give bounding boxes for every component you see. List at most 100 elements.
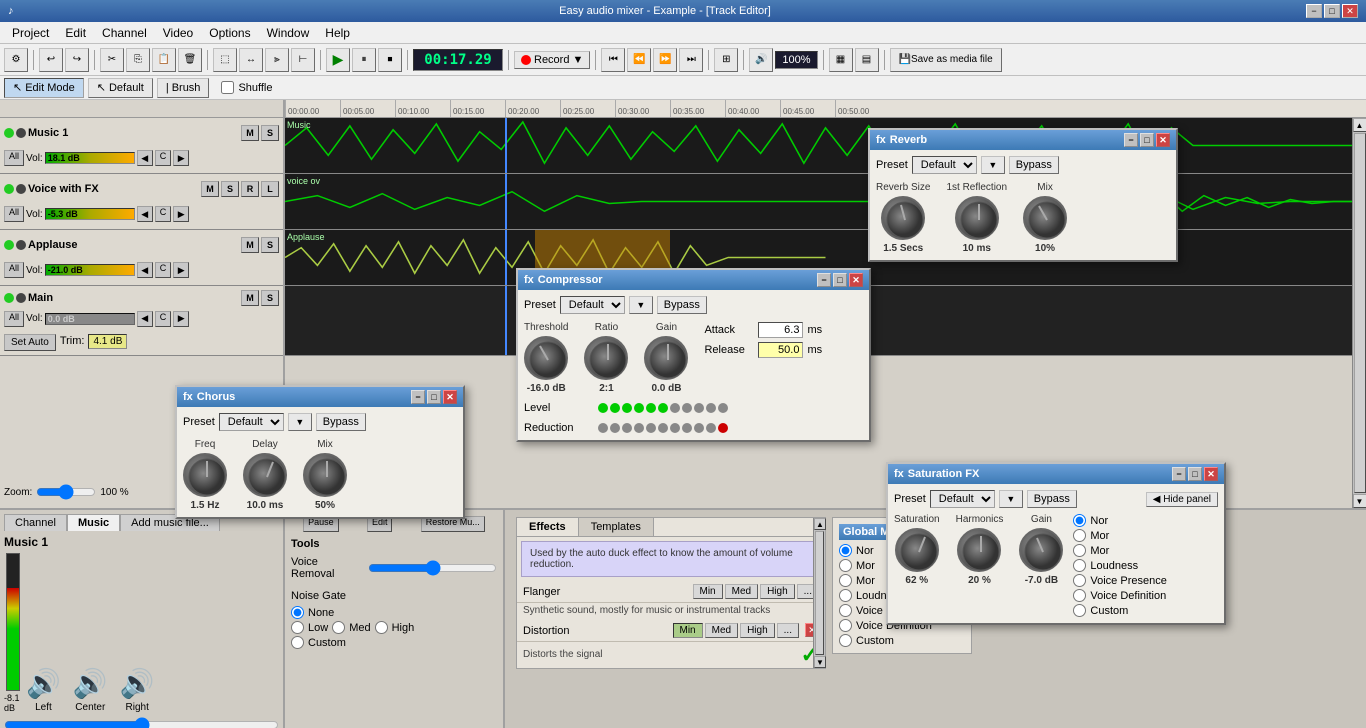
sat-gain-knob[interactable] bbox=[1019, 528, 1063, 572]
reverb-preset-arrow[interactable]: ▼ bbox=[981, 156, 1005, 174]
chorus-freq-knob[interactable] bbox=[183, 453, 227, 497]
record-dropdown-icon[interactable]: ▼ bbox=[572, 54, 583, 66]
menu-project[interactable]: Project bbox=[4, 24, 57, 42]
chorus-mix-knob[interactable] bbox=[303, 453, 347, 497]
chorus-preset-arrow[interactable]: ▼ bbox=[288, 413, 312, 431]
pause-btn[interactable]: ⏸ bbox=[352, 48, 376, 72]
sat-close-btn[interactable]: ✕ bbox=[1204, 467, 1218, 481]
track3-vol-left[interactable]: ◀ bbox=[137, 262, 153, 278]
sat-min-btn[interactable]: − bbox=[1172, 467, 1186, 481]
saturation-titlebar[interactable]: fx Saturation FX − □ ✕ bbox=[888, 464, 1224, 484]
track2-vol-right[interactable]: ▶ bbox=[173, 206, 189, 222]
select-btn[interactable]: ⬚ bbox=[213, 48, 237, 72]
sat-mor2-radio[interactable] bbox=[1073, 544, 1086, 557]
view2-btn[interactable]: ▦ bbox=[829, 48, 853, 72]
track3-mute[interactable]: M bbox=[241, 237, 259, 253]
track2-lock[interactable]: L bbox=[261, 181, 279, 197]
global-loudness-radio[interactable] bbox=[839, 589, 852, 602]
menu-window[interactable]: Window bbox=[259, 24, 318, 42]
track1-solo[interactable]: S bbox=[261, 125, 279, 141]
global-custom-radio[interactable] bbox=[839, 634, 852, 647]
delete-btn[interactable]: 🗑 bbox=[178, 48, 202, 72]
prev-btn[interactable]: ⏪ bbox=[627, 48, 651, 72]
track1-vol-left[interactable]: ◀ bbox=[137, 150, 153, 166]
effects-scroll-down[interactable]: ▼ bbox=[814, 656, 826, 668]
noise-low-radio[interactable] bbox=[291, 621, 304, 634]
global-mor2-radio[interactable] bbox=[839, 574, 852, 587]
track4-solo[interactable]: S bbox=[261, 290, 279, 306]
save-media-btn[interactable]: 💾 Save as media file bbox=[890, 48, 1002, 72]
comp-gain-knob[interactable] bbox=[644, 336, 688, 380]
sat-bypass-btn[interactable]: Bypass bbox=[1027, 490, 1077, 508]
minimize-btn[interactable]: − bbox=[1306, 4, 1322, 18]
global-nor-radio[interactable] bbox=[839, 544, 852, 557]
track2-all[interactable]: All bbox=[4, 206, 24, 222]
voice-removal-slider[interactable] bbox=[368, 560, 497, 576]
chorus-titlebar[interactable]: fx Chorus − □ ✕ bbox=[177, 387, 463, 407]
sat-max-btn[interactable]: □ bbox=[1188, 467, 1202, 481]
maximize-btn[interactable]: □ bbox=[1324, 4, 1340, 18]
tab-music[interactable]: Music bbox=[67, 514, 120, 531]
comp-preset-arrow[interactable]: ▼ bbox=[629, 296, 653, 314]
effects-scroll-thumb[interactable] bbox=[815, 531, 824, 655]
reverb-size-knob[interactable] bbox=[881, 196, 925, 240]
chorus-preset-select[interactable]: Default bbox=[219, 413, 284, 431]
reverb-max-btn[interactable]: □ bbox=[1140, 133, 1154, 147]
menu-help[interactable]: Help bbox=[317, 24, 358, 42]
sat-mor1-radio[interactable] bbox=[1073, 529, 1086, 542]
sat-loudness-radio[interactable] bbox=[1073, 559, 1086, 572]
edit-mode-btn[interactable]: ↖ Edit Mode bbox=[4, 78, 84, 98]
sat-saturation-knob[interactable] bbox=[895, 528, 939, 572]
distortion-more-btn[interactable]: ... bbox=[777, 623, 799, 638]
sat-voice-presence-radio[interactable] bbox=[1073, 574, 1086, 587]
track3-vol-right[interactable]: ▶ bbox=[173, 262, 189, 278]
track2-solo[interactable]: S bbox=[221, 181, 239, 197]
scrollbar-vertical[interactable]: ▲ ▼ bbox=[1352, 118, 1366, 508]
distortion-high-btn[interactable]: High bbox=[740, 623, 775, 638]
effects-tab-effects[interactable]: Effects bbox=[517, 518, 579, 536]
global-mor1-radio[interactable] bbox=[839, 559, 852, 572]
cut-btn[interactable]: ✂ bbox=[100, 48, 124, 72]
comp-preset-select[interactable]: Default bbox=[560, 296, 625, 314]
track2-mute[interactable]: M bbox=[201, 181, 219, 197]
sat-voice-def-radio[interactable] bbox=[1073, 589, 1086, 602]
noise-custom-radio[interactable] bbox=[291, 636, 304, 649]
effects-tab-templates[interactable]: Templates bbox=[579, 518, 654, 536]
reverb-mix-knob[interactable] bbox=[1023, 196, 1067, 240]
play-btn[interactable]: ▶ bbox=[326, 48, 350, 72]
sat-hide-panel-btn[interactable]: ◀ Hide panel bbox=[1146, 492, 1218, 507]
chorus-bypass-btn[interactable]: Bypass bbox=[316, 413, 366, 431]
distortion-min-btn[interactable]: Min bbox=[673, 623, 703, 638]
track4-mute[interactable]: M bbox=[241, 290, 259, 306]
global-voice-presence-radio[interactable] bbox=[839, 604, 852, 617]
track1-all[interactable]: All bbox=[4, 150, 24, 166]
noise-med-radio[interactable] bbox=[332, 621, 345, 634]
skip-start-btn[interactable]: ⏮ bbox=[601, 48, 625, 72]
reverb-close-btn[interactable]: ✕ bbox=[1156, 133, 1170, 147]
flanger-min-btn[interactable]: Min bbox=[693, 584, 723, 599]
copy-btn[interactable]: ⎘ bbox=[126, 48, 150, 72]
split-btn[interactable]: ⫸ bbox=[265, 48, 289, 72]
comp-threshold-knob[interactable] bbox=[524, 336, 568, 380]
redo-btn[interactable]: ↪ bbox=[65, 48, 89, 72]
track2-center[interactable]: C bbox=[155, 206, 172, 222]
scroll-up-arrow[interactable]: ▲ bbox=[1353, 118, 1366, 132]
tab-channel[interactable]: Channel bbox=[4, 514, 67, 531]
sat-custom-radio[interactable] bbox=[1073, 604, 1086, 617]
sat-preset-arrow[interactable]: ▼ bbox=[999, 490, 1023, 508]
shuffle-checkbox[interactable] bbox=[221, 81, 234, 94]
track3-all[interactable]: All bbox=[4, 262, 24, 278]
move-btn[interactable]: ↔ bbox=[239, 48, 263, 72]
set-auto-btn[interactable]: Set Auto bbox=[4, 334, 56, 351]
menu-video[interactable]: Video bbox=[155, 24, 201, 42]
noise-high-radio[interactable] bbox=[375, 621, 388, 634]
reverb-reflect-knob[interactable] bbox=[955, 196, 999, 240]
sat-nor-radio[interactable] bbox=[1073, 514, 1086, 527]
stop-btn[interactable]: ⏹ bbox=[378, 48, 402, 72]
track2-vol-left[interactable]: ◀ bbox=[137, 206, 153, 222]
compressor-titlebar[interactable]: fx Compressor − □ ✕ bbox=[518, 270, 869, 290]
record-btn[interactable]: Record ▼ bbox=[514, 51, 590, 69]
comp-close-btn[interactable]: ✕ bbox=[849, 273, 863, 287]
track1-mute[interactable]: M bbox=[241, 125, 259, 141]
skip-end-btn[interactable]: ⏭ bbox=[679, 48, 703, 72]
